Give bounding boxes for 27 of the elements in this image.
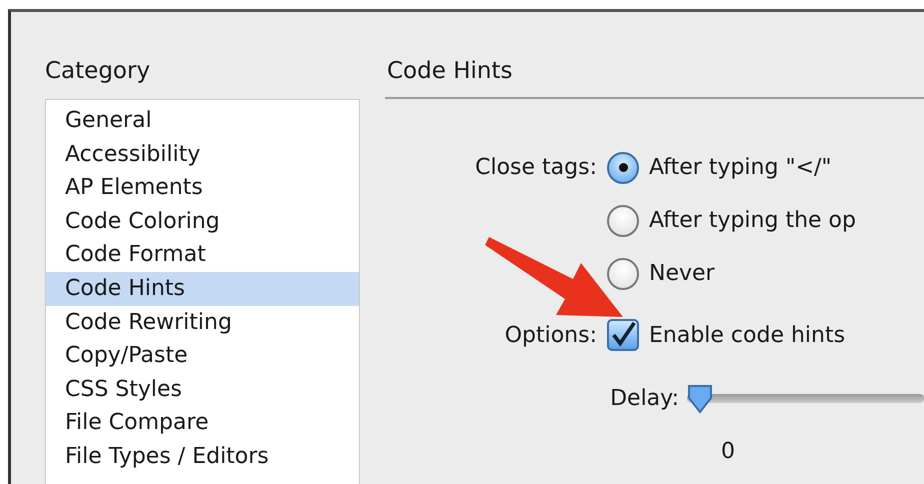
close-tags-label: Close tags:: [474, 154, 597, 182]
delay-label: Delay:: [609, 385, 680, 413]
checkbox[interactable]: [607, 319, 639, 351]
category-item[interactable]: File Compare: [46, 406, 359, 440]
category-item[interactable]: General: [46, 104, 359, 138]
category-item[interactable]: Code Coloring: [46, 204, 359, 238]
radio-label: After typing "</": [649, 154, 832, 182]
category-item[interactable]: Copy/Paste: [46, 339, 359, 373]
category-label: Category: [45, 57, 152, 86]
radio-button[interactable]: [607, 204, 639, 236]
radio-label: Never: [649, 260, 715, 288]
category-item[interactable]: Code Format: [46, 238, 359, 272]
panel-title: Code Hints: [385, 54, 924, 99]
radio-button[interactable]: [607, 258, 639, 290]
options-label: Options:: [504, 322, 597, 350]
category-item[interactable]: Code Hints: [46, 272, 359, 306]
category-item[interactable]: Accessibility: [46, 138, 359, 172]
category-item[interactable]: Code Rewriting: [46, 306, 359, 340]
category-item[interactable]: AP Elements: [46, 171, 359, 205]
category-item[interactable]: CSS Styles: [46, 372, 359, 406]
delay-value: 0: [721, 438, 736, 466]
radio-label: After typing the op: [649, 207, 856, 235]
checkbox-label: Enable code hints: [649, 322, 846, 350]
delay-slider[interactable]: [687, 384, 924, 414]
slider-thumb[interactable]: [687, 384, 713, 414]
category-item[interactable]: File Types / Editors: [46, 440, 359, 474]
radio-button[interactable]: [607, 152, 639, 184]
